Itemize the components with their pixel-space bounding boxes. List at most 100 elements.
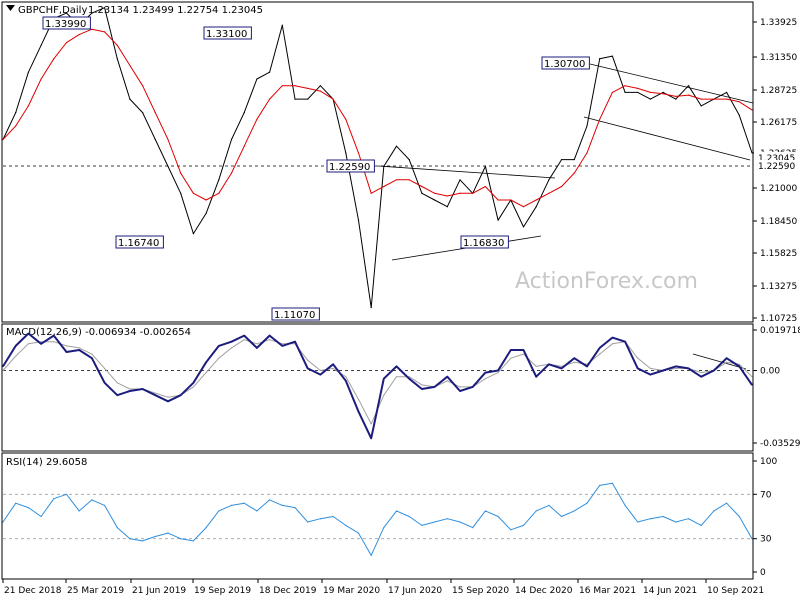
x-tick-label: 19 Sep 2019 [194,586,251,596]
price-line-point [142,111,144,114]
rsi-line-point [319,518,321,520]
macd-panel-frame [1,323,754,452]
moving-average-line-point [599,118,601,120]
macd-line-point [484,371,487,374]
macd-y-tick-label: -0.035295 [760,439,800,449]
price-line-point [726,91,728,94]
rsi-line-point [205,527,207,529]
price-panel: GBPCHF,Daily 1.23134 1.23499 1.22754 1.2… [1,1,798,324]
price-line-point [408,159,410,161]
x-tick-label: 14 Jun 2021 [643,586,697,596]
price-line-point [649,98,652,100]
macd-signal-line-point [573,361,575,363]
price-line-point [484,165,487,167]
price-line-point [738,114,740,116]
macd-signal-line-point [484,378,487,380]
moving-average-line-point [129,64,131,67]
macd-line-point [332,363,334,365]
macd-signal-line-point [383,394,385,396]
macd-signal-line-point [268,339,271,341]
moving-average-line-point [65,42,68,44]
macd-line-point [586,365,588,367]
macd-line-point [472,386,474,388]
macd-signal-line-point [738,363,740,365]
x-tick-label: 14 Dec 2020 [515,586,573,596]
rsi-line-point [345,524,347,526]
macd-line-point [167,400,169,402]
moving-average-line-point [459,192,461,194]
moving-average-line-point [751,109,753,111]
moving-average-line-point [434,192,436,194]
moving-average-line-point [345,118,347,120]
moving-average-line-point [446,195,448,197]
rsi-line-point [395,510,398,512]
macd-signal-line-point [103,367,106,370]
macd-line-point [599,347,601,349]
moving-average-line-point [154,111,156,114]
price-line-point [497,219,499,221]
price-line-point [548,179,550,181]
rsi-line-point [624,504,626,506]
rsi-line-point [687,518,690,520]
moving-average-line-point [472,192,474,194]
macd-line-point [751,384,753,386]
macd-y-tick-label: 0.00 [760,367,780,377]
price-line-point [15,111,17,114]
macd-line-point [662,369,664,372]
macd-line-point [256,347,258,349]
ohlc-values: 1.23134 1.23499 1.22754 1.23045 [88,5,263,16]
moving-average-line-point [662,93,664,95]
moving-average-line-point [167,138,169,141]
price-line-point [218,179,220,181]
macd-line-point [53,334,55,337]
macd-signal-line-point [357,398,360,400]
y-tick-label: 1.18450 [760,217,797,227]
x-tick-label: 17 Jun 2020 [388,586,442,596]
rsi-line-point [700,524,702,526]
price-line-point [395,145,398,147]
moving-average-line-point [535,199,537,201]
price-line-point [624,91,626,94]
rsi-line-point [726,502,728,504]
macd-line-point [307,367,309,370]
price-line-point [281,24,283,26]
macd-signal-line-point [53,341,55,343]
y-tick-label: 1.10725 [760,314,797,324]
rsi-line-point [294,507,296,509]
level-price-badge: 1.22590 [758,162,795,172]
macd-signal-line-point [192,386,195,388]
price-line-point [256,78,258,80]
x-tick-label: 25 Mar 2019 [67,586,124,596]
price-annotation-label: 1.30700 [544,59,585,70]
macd-line-point [713,369,715,372]
moving-average-line-point [497,199,499,201]
moving-average-line-point [268,98,271,100]
macd-line-point [446,376,448,378]
price-line-point [370,306,372,309]
rsi-line-point [2,521,4,523]
macd-panel: MACD(12,26,9) -0.006934 -0.002654 0.0197… [1,323,800,452]
macd-signal-line-point [65,345,68,347]
rsi-line-point [230,504,233,506]
moving-average-line-point [510,199,512,201]
macd-line-point [15,345,17,347]
moving-average-line-point [78,33,80,36]
moving-average-line-point [205,199,207,201]
price-line-point [319,85,321,87]
macd-line-point [560,367,563,370]
x-tick-label: 16 Mar 2021 [579,586,636,596]
rsi-line-point [103,504,106,506]
moving-average-line-point [91,28,93,30]
macd-signal-line-point [370,423,372,425]
moving-average-line-point [408,179,410,181]
macd-line-point [573,357,575,359]
rsi-line-point [586,502,588,504]
rsi-line-point [180,538,182,540]
x-tick-label: 15 Sep 2020 [452,586,509,596]
macd-signal-line-point [675,367,677,370]
rsi-line-point [446,518,448,520]
price-line-point [357,219,360,221]
macd-line-point [649,374,652,376]
moving-average-line-point [281,85,283,87]
rsi-y-tick-label: 0 [760,568,766,578]
